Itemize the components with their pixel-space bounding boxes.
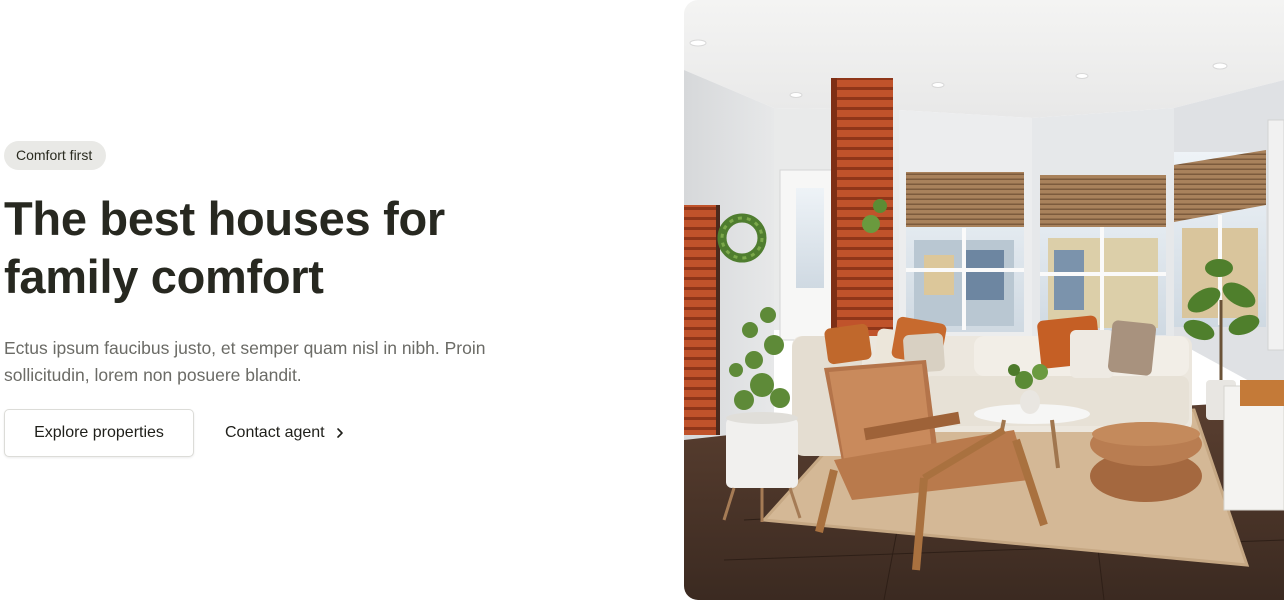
page-title: The best houses for family comfort [4,190,445,306]
hero-description: Ectus ipsum faucibus justo, et semper qu… [4,335,544,389]
description-line-2: sollicitudin, lorem non posuere blandit. [4,365,302,385]
explore-properties-button[interactable]: Explore properties [4,409,194,457]
description-line-1: Ectus ipsum faucibus justo, et semper qu… [4,338,486,358]
contact-agent-label: Contact agent [225,424,325,441]
title-line-1: The best houses for [4,192,445,245]
title-line-2: family comfort [4,250,324,303]
category-badge: Comfort first [4,141,107,170]
chevron-right-icon [336,428,343,438]
hero-content: Comfort first The best houses for family… [4,0,644,600]
living-room-photo [684,0,1284,600]
contact-agent-button[interactable]: Contact agent [225,409,345,457]
